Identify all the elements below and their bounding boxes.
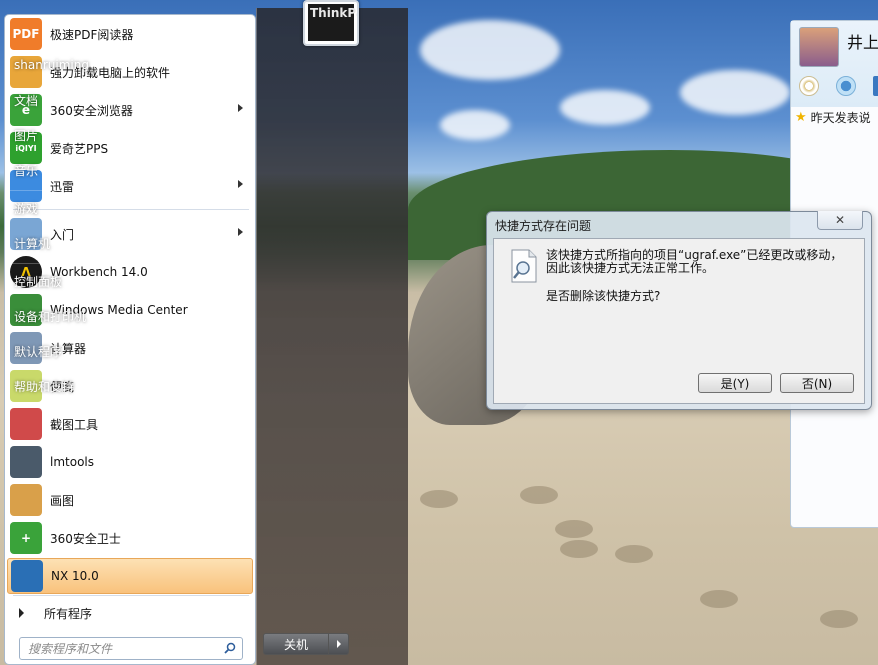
close-icon: ✕ — [834, 213, 846, 227]
qq-status-text: 昨天发表说 — [810, 111, 871, 125]
lmtools-icon — [10, 446, 42, 478]
right-item-help-support[interactable]: 帮助和支持 — [10, 373, 145, 399]
submenu-arrow-icon[interactable] — [238, 180, 243, 188]
submenu-arrow-icon[interactable] — [238, 104, 243, 112]
shutdown-group: 关机 — [263, 633, 353, 655]
program-label: 画图 — [50, 493, 75, 508]
program-label: 截图工具 — [50, 417, 99, 432]
right-item-label: 图片 — [14, 128, 39, 143]
program-label: NX 10.0 — [51, 569, 99, 583]
right-item-label: 游戏 — [14, 201, 39, 216]
right-item-games[interactable]: 游戏 — [10, 195, 145, 221]
right-item-label: 帮助和支持 — [14, 379, 75, 394]
dialog-question: 是否删除该快捷方式? — [546, 289, 661, 303]
pdf-reader-icon: PDF — [10, 18, 42, 50]
right-item-label: 默认程序 — [14, 344, 63, 359]
shutdown-options-button[interactable] — [329, 633, 349, 655]
right-item-control-panel[interactable]: 控制面板 — [10, 268, 145, 294]
no-button[interactable]: 否(N) — [780, 373, 854, 393]
right-item-default-programs[interactable]: 默认程序 — [10, 338, 145, 364]
shutdown-button[interactable]: 关机 — [263, 633, 329, 655]
shortcut-problem-dialog: 快捷方式存在问题 ✕ 该快捷方式所指向的项目“ugraf.exe”已经更改或移动… — [486, 211, 872, 410]
user-picture[interactable]: ThinkPad — [303, 0, 359, 46]
right-item-user[interactable]: shanruiming — [10, 52, 145, 78]
program-item[interactable]: 截图工具 — [7, 406, 253, 442]
yes-button[interactable]: 是(Y) — [698, 373, 772, 393]
right-item-label: shanruiming — [14, 58, 89, 72]
program-label: 360安全卫士 — [50, 531, 121, 546]
message-line-2: 因此该快捷方式无法正常工作。 — [546, 261, 715, 275]
right-separator — [10, 263, 144, 264]
all-programs-label: 所有程序 — [44, 606, 93, 621]
right-item-label: 音乐 — [14, 163, 39, 178]
qzone-icon[interactable] — [836, 76, 856, 96]
right-item-computer[interactable]: 计算机 — [10, 230, 145, 256]
right-item-pictures[interactable]: 图片 — [10, 122, 145, 148]
submenu-arrow-icon[interactable] — [238, 228, 243, 236]
program-label: 极速PDF阅读器 — [50, 27, 134, 42]
microphone-icon[interactable] — [799, 76, 819, 96]
missing-file-icon — [511, 249, 537, 283]
star-icon: ★ — [795, 110, 807, 125]
all-programs-button[interactable]: 所有程序 — [7, 601, 253, 625]
right-item-label: 设备和打印机 — [14, 309, 87, 324]
all-programs-separator — [13, 595, 249, 596]
dialog-title: 快捷方式存在问题 — [495, 219, 592, 233]
360-safe-icon: + — [10, 522, 42, 554]
close-button[interactable]: ✕ — [817, 211, 863, 230]
paint-icon — [10, 484, 42, 516]
snipping-tool-icon — [10, 408, 42, 440]
right-separator — [10, 190, 144, 191]
program-item[interactable]: NX 10.0 — [7, 558, 253, 594]
program-item[interactable]: lmtools — [7, 444, 253, 480]
mail-icon[interactable] — [873, 76, 878, 96]
program-item[interactable]: +360安全卫士 — [7, 520, 253, 556]
qq-avatar[interactable] — [799, 27, 839, 67]
thinkpad-logo: ThinkPad — [308, 4, 357, 41]
qq-status-line[interactable]: ★ 昨天发表说 — [795, 109, 871, 126]
dialog-body: 该快捷方式所指向的项目“ugraf.exe”已经更改或移动， 因此该快捷方式无法… — [493, 238, 865, 404]
qq-username: 井上 — [847, 33, 878, 52]
right-item-label: 控制面板 — [14, 274, 63, 289]
program-item[interactable]: 画图 — [7, 482, 253, 518]
arrow-right-icon — [336, 640, 341, 648]
start-menu-right-pane — [256, 8, 408, 665]
search-icon[interactable] — [224, 642, 236, 654]
right-item-devices-printers[interactable]: 设备和打印机 — [10, 303, 145, 329]
right-item-music[interactable]: 音乐 — [10, 157, 145, 183]
dialog-message: 该快捷方式所指向的项目“ugraf.exe”已经更改或移动， 因此该快捷方式无法… — [546, 249, 842, 275]
program-item[interactable]: PDF 极速PDF阅读器 — [7, 16, 253, 52]
search-box[interactable] — [19, 637, 243, 660]
right-item-label: 计算机 — [14, 236, 51, 251]
program-label: lmtools — [50, 455, 94, 469]
search-input[interactable] — [28, 641, 218, 656]
right-item-documents[interactable]: 文档 — [10, 87, 145, 113]
nx-icon — [11, 560, 43, 592]
right-item-label: 文档 — [14, 93, 39, 108]
start-menu: PDF 极速PDF阅读器 强力卸载电脑上的软件 e 360安全浏览器 iQIYI 爱奇艺PP… — [0, 0, 408, 665]
expand-arrow-icon — [19, 608, 24, 618]
